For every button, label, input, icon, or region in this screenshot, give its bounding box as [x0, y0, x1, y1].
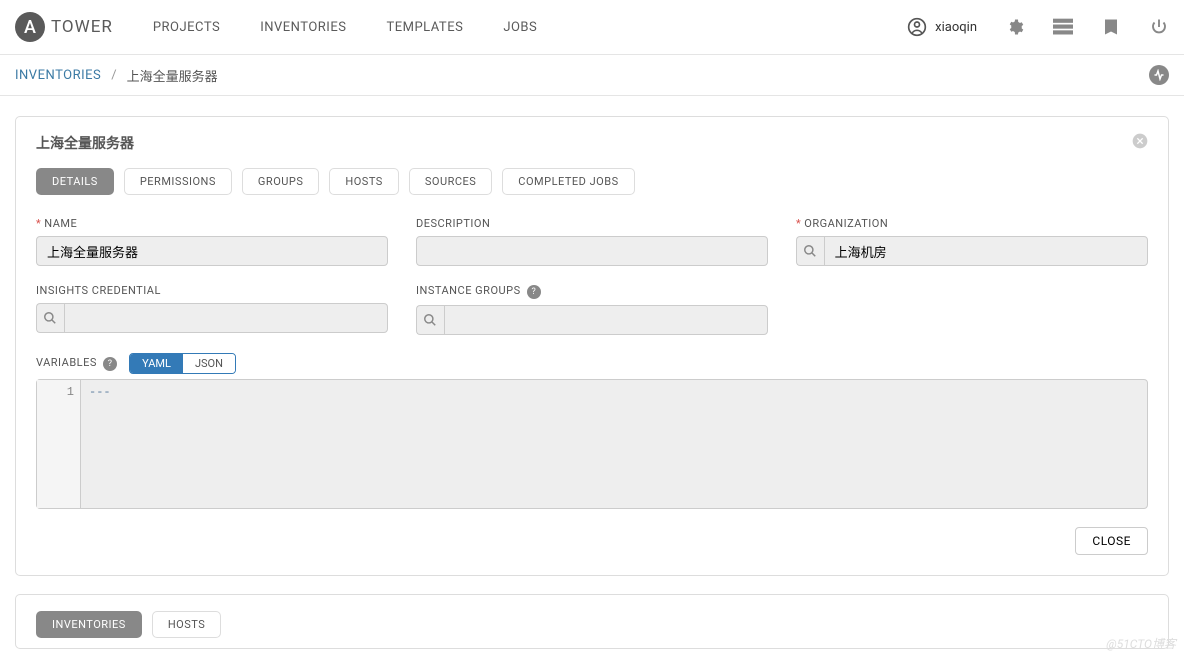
form-row-2: INSIGHTS CREDENTIAL INSTANCE GROUPS ? — [36, 284, 1148, 335]
card-title: 上海全量服务器 — [36, 133, 134, 153]
name-input[interactable] — [36, 236, 388, 266]
variables-label: VARIABLES ? — [36, 356, 117, 371]
card-footer: CLOSE — [36, 527, 1148, 555]
insights-search-icon[interactable] — [36, 303, 64, 333]
spacer — [796, 284, 1148, 335]
breadcrumb-inventories[interactable]: INVENTORIES — [15, 68, 101, 83]
activity-icon[interactable] — [1149, 65, 1169, 85]
power-icon[interactable] — [1149, 17, 1169, 37]
nav-link-projects[interactable]: PROJECTS — [153, 20, 220, 35]
nav-link-jobs[interactable]: JOBS — [503, 20, 537, 35]
nav-link-inventories[interactable]: INVENTORIES — [260, 20, 346, 35]
instance-groups-group: INSTANCE GROUPS ? — [416, 284, 768, 335]
toggle-json[interactable]: JSON — [183, 354, 235, 373]
organization-group: *ORGANIZATION — [796, 217, 1148, 266]
format-toggle: YAML JSON — [129, 353, 236, 374]
insights-label: INSIGHTS CREDENTIAL — [36, 284, 388, 297]
instance-groups-search-icon[interactable] — [416, 305, 444, 335]
tab-inventories[interactable]: INVENTORIES — [36, 611, 142, 638]
lower-tabs: INVENTORIES HOSTS — [36, 611, 1148, 638]
help-icon[interactable]: ? — [527, 285, 541, 299]
organization-label: *ORGANIZATION — [796, 217, 1148, 230]
nav-links: PROJECTS INVENTORIES TEMPLATES JOBS — [153, 20, 907, 35]
insights-group: INSIGHTS CREDENTIAL — [36, 284, 388, 335]
breadcrumb: INVENTORIES / 上海全量服务器 — [15, 66, 218, 85]
tab-sources[interactable]: SOURCES — [409, 168, 492, 195]
watermark: @51CTO博客 — [1106, 635, 1176, 652]
tab-details[interactable]: DETAILS — [36, 168, 114, 195]
user-icon — [907, 17, 927, 37]
lower-card: INVENTORIES HOSTS — [15, 594, 1169, 649]
brand[interactable]: A TOWER — [15, 12, 113, 42]
nav-user[interactable]: xiaoqin — [907, 17, 977, 37]
username: xiaoqin — [935, 20, 977, 35]
tab-hosts[interactable]: HOSTS — [329, 168, 398, 195]
form-row-1: *NAME DESCRIPTION *ORGANIZATION — [36, 217, 1148, 266]
close-button[interactable]: CLOSE — [1075, 527, 1148, 555]
editor-content[interactable]: --- — [81, 380, 1147, 508]
instance-groups-input[interactable] — [444, 305, 768, 335]
name-label: *NAME — [36, 217, 388, 230]
insights-input[interactable] — [64, 303, 388, 333]
breadcrumb-current: 上海全量服务器 — [127, 66, 218, 85]
description-label: DESCRIPTION — [416, 217, 768, 230]
organization-search-icon[interactable] — [796, 236, 824, 266]
breadcrumb-separator: / — [111, 68, 116, 83]
detail-tabs: DETAILS PERMISSIONS GROUPS HOSTS SOURCES… — [36, 168, 1148, 195]
portfolio-icon[interactable] — [1053, 17, 1073, 37]
close-icon[interactable] — [1132, 133, 1148, 153]
inventory-card: 上海全量服务器 DETAILS PERMISSIONS GROUPS HOSTS… — [15, 116, 1169, 576]
toggle-yaml[interactable]: YAML — [130, 354, 183, 373]
tab-completed-jobs[interactable]: COMPLETED JOBS — [502, 168, 634, 195]
gear-icon[interactable] — [1005, 17, 1025, 37]
help-icon[interactable]: ? — [103, 357, 117, 371]
brand-name: TOWER — [51, 17, 113, 37]
description-input[interactable] — [416, 236, 768, 266]
content: 上海全量服务器 DETAILS PERMISSIONS GROUPS HOSTS… — [0, 96, 1184, 669]
breadcrumb-bar: INVENTORIES / 上海全量服务器 — [0, 55, 1184, 96]
tab-groups[interactable]: GROUPS — [242, 168, 319, 195]
card-header: 上海全量服务器 — [36, 133, 1148, 153]
navbar: A TOWER PROJECTS INVENTORIES TEMPLATES J… — [0, 0, 1184, 55]
organization-input[interactable] — [824, 236, 1148, 266]
tab-permissions[interactable]: PERMISSIONS — [124, 168, 232, 195]
nav-link-templates[interactable]: TEMPLATES — [386, 20, 463, 35]
instance-groups-label: INSTANCE GROUPS ? — [416, 284, 768, 299]
description-group: DESCRIPTION — [416, 217, 768, 266]
book-icon[interactable] — [1101, 17, 1121, 37]
name-group: *NAME — [36, 217, 388, 266]
editor-gutter: 1 — [37, 380, 81, 508]
variables-editor[interactable]: 1 --- — [36, 379, 1148, 509]
tab-hosts-lower[interactable]: HOSTS — [152, 611, 221, 638]
nav-right: xiaoqin — [907, 17, 1169, 37]
brand-logo-icon: A — [15, 12, 45, 42]
variables-header: VARIABLES ? YAML JSON — [36, 353, 1148, 374]
